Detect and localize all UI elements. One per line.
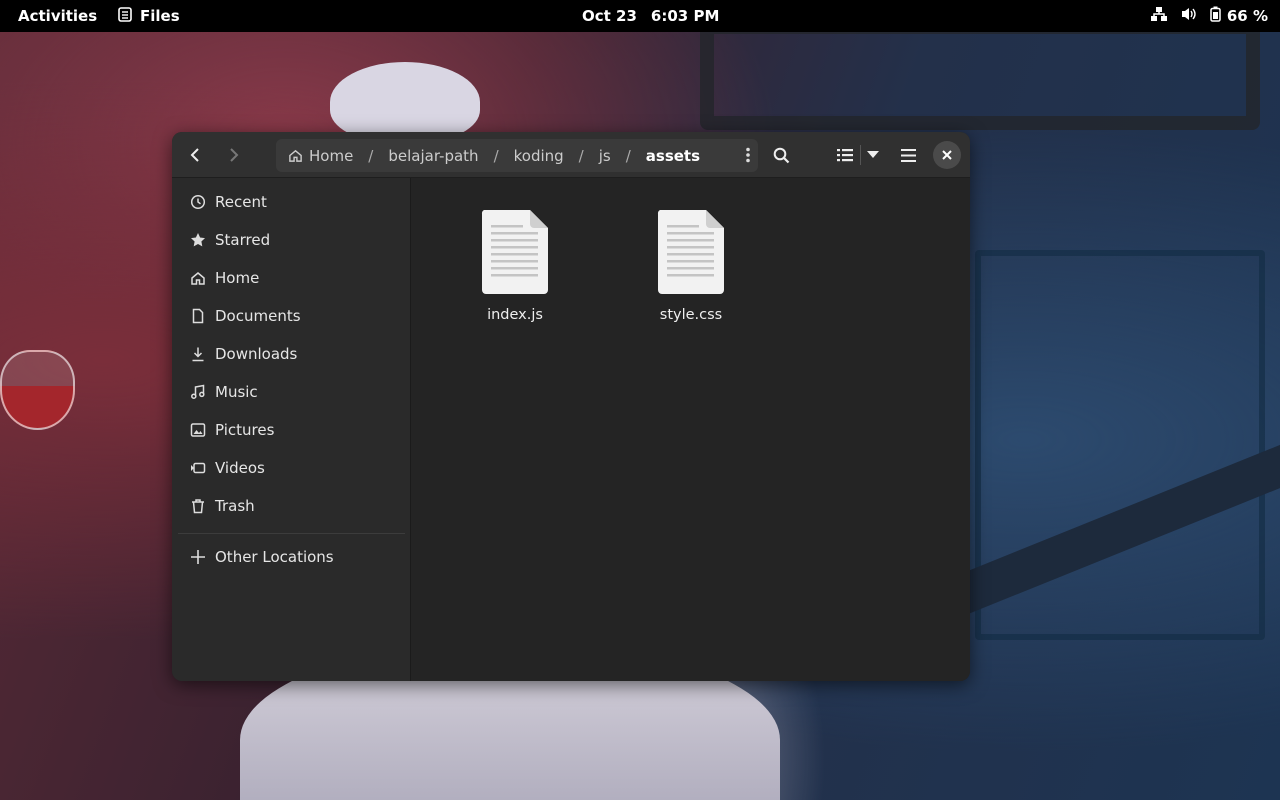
battery-percent: 66 % [1226, 7, 1268, 25]
sidebar-item-starred[interactable]: Starred [172, 221, 411, 259]
crumb-js[interactable]: js [599, 147, 611, 165]
picture-icon [190, 422, 206, 438]
list-view-icon [837, 149, 853, 162]
crumb-koding[interactable]: koding [514, 147, 564, 165]
sidebar-item-label: Trash [215, 497, 255, 515]
wallpaper-hat [330, 62, 480, 142]
sidebar-item-music[interactable]: Music [172, 373, 411, 411]
files-app-icon [118, 6, 132, 26]
sidebar-item-recent[interactable]: Recent [172, 183, 411, 221]
path-separator: / [493, 146, 499, 165]
sidebar-item-label: Music [215, 383, 258, 401]
close-icon [942, 150, 952, 160]
wallpaper-frame [700, 20, 1260, 130]
sidebar-item-label: Documents [215, 307, 301, 325]
time-label: 6:03 PM [650, 7, 720, 25]
files-window: Home / belajar-path / koding / js / asse… [172, 132, 970, 681]
forward-button[interactable] [219, 140, 249, 170]
sidebar-item-label: Home [215, 269, 260, 287]
path-separator: / [625, 146, 631, 165]
sidebar-divider [178, 533, 405, 534]
caret-down-icon [867, 151, 879, 158]
trash-icon [190, 498, 206, 514]
chevron-right-icon [230, 148, 239, 162]
file-name: style.css [659, 307, 723, 323]
path-separator: / [368, 146, 374, 165]
file-item[interactable]: index.js [455, 209, 575, 323]
sidebar-item-label: Starred [215, 231, 271, 249]
battery-icon [1210, 6, 1221, 26]
crumb-home[interactable]: Home [288, 147, 353, 165]
home-icon [190, 270, 206, 286]
path-separator: / [578, 146, 584, 165]
sidebar-item-pictures[interactable]: Pictures [172, 411, 411, 449]
close-button[interactable] [933, 141, 961, 169]
path-bar: Home / belajar-path / koding / js / asse… [276, 139, 758, 172]
crumb-label: Home [309, 146, 354, 165]
plus-icon [190, 549, 206, 565]
sidebar-item-trash[interactable]: Trash [172, 487, 411, 525]
sidebar-item-downloads[interactable]: Downloads [172, 335, 411, 373]
video-icon [190, 460, 206, 476]
crumb-label: belajar-path [388, 146, 479, 165]
app-menu[interactable]: Files [118, 6, 180, 26]
sidebar-item-label: Downloads [215, 345, 298, 363]
view-options-button[interactable] [858, 140, 888, 170]
text-file-icon [481, 210, 548, 294]
file-item[interactable]: style.css [631, 209, 751, 323]
star-icon [190, 232, 206, 248]
date-label: Oct 23 [582, 7, 637, 25]
vertical-ellipsis-icon [746, 147, 750, 163]
sidebar-item-label: Pictures [215, 421, 275, 439]
sidebar-item-other-locations[interactable]: Other Locations [172, 538, 411, 576]
header-bar: Home / belajar-path / koding / js / asse… [172, 132, 970, 178]
sidebar-item-label: Other Locations [215, 548, 334, 566]
activities-button[interactable]: Activities [18, 7, 97, 25]
crumb-label: koding [513, 146, 564, 165]
chevron-left-icon [190, 148, 199, 162]
back-button[interactable] [180, 140, 210, 170]
document-icon [190, 308, 206, 324]
network-icon [1150, 6, 1168, 26]
sidebar-item-label: Recent [215, 193, 267, 211]
sidebar-item-documents[interactable]: Documents [172, 297, 411, 335]
clock[interactable]: Oct 23 6:03 PM [582, 7, 719, 25]
music-icon [190, 384, 206, 400]
sidebar: Recent Starred Home Documents Downloads [172, 178, 411, 681]
sidebar-item-videos[interactable]: Videos [172, 449, 411, 487]
sidebar-item-home[interactable]: Home [172, 259, 411, 297]
home-icon [289, 149, 302, 162]
crumb-assets[interactable]: assets [646, 147, 700, 165]
crumb-label: js [598, 146, 611, 165]
file-name: index.js [487, 307, 543, 323]
clock-icon [190, 194, 206, 210]
top-bar: Activities Files Oct 23 6:03 PM 66 % [0, 0, 1280, 32]
list-view-button[interactable] [830, 140, 860, 170]
search-icon [773, 147, 789, 163]
crumb-label: assets [645, 146, 701, 165]
text-file-icon [657, 210, 724, 294]
search-button[interactable] [766, 140, 796, 170]
hamburger-menu-icon [900, 148, 916, 162]
path-menu-button[interactable] [746, 145, 750, 165]
download-icon [190, 346, 206, 362]
crumb-belajar-path[interactable]: belajar-path [388, 147, 478, 165]
file-view: index.js style.css [412, 178, 970, 681]
volume-icon [1180, 6, 1198, 26]
app-name: Files [140, 7, 180, 25]
sidebar-item-label: Videos [215, 459, 265, 477]
main-menu-button[interactable] [893, 140, 923, 170]
wallpaper-wine-glass [0, 350, 75, 430]
system-tray[interactable]: 66 % [1150, 6, 1268, 26]
